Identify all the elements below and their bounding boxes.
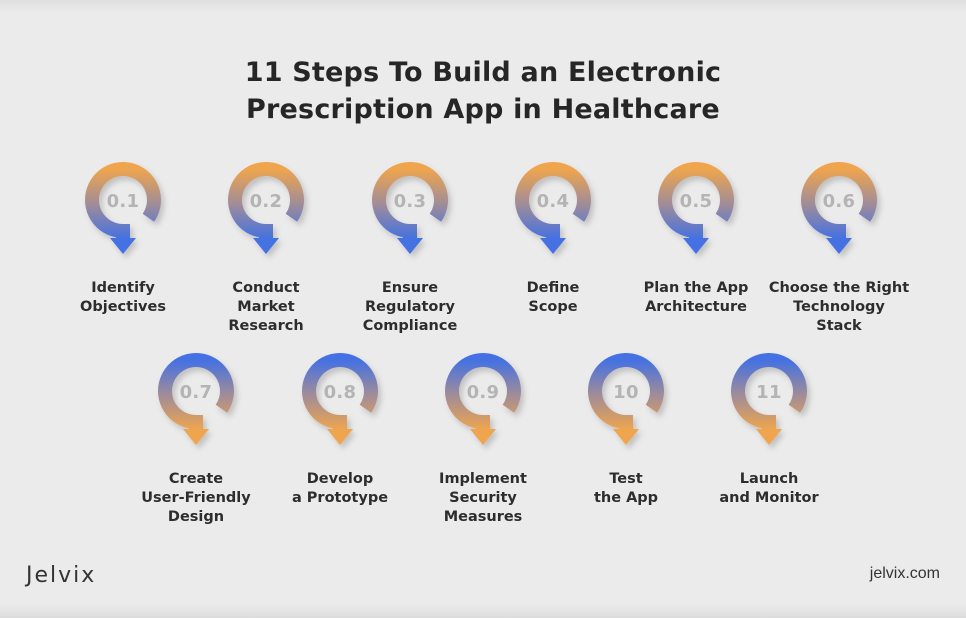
bottom-shade — [0, 604, 966, 618]
title-line-2: Prescription App in Healthcare — [246, 94, 720, 125]
circular-arrow-icon — [658, 162, 734, 254]
arrow-head — [683, 238, 709, 254]
arrow-head — [183, 429, 209, 445]
step-number: 10 — [613, 382, 639, 403]
arrow-head — [470, 429, 496, 445]
circular-arrow-icon — [801, 162, 877, 254]
arrow-head — [756, 429, 782, 445]
arrow-head — [540, 238, 566, 254]
circular-arrow-icon — [85, 162, 161, 254]
circular-arrow-icon — [228, 162, 304, 254]
circular-arrow-icon — [158, 353, 234, 445]
top-shade — [0, 0, 966, 12]
arrow-head — [327, 429, 353, 445]
circular-arrow-icon — [588, 353, 664, 445]
step-number: 0.1 — [106, 191, 140, 212]
arrow-head — [110, 238, 136, 254]
step-number: 0.2 — [249, 191, 283, 212]
page-title: 11 Steps To Build an Electronic Prescrip… — [0, 54, 966, 128]
step-number: 0.9 — [466, 382, 500, 403]
circular-arrow-icon — [372, 162, 448, 254]
step-number: 0.7 — [179, 382, 213, 403]
step-number: 0.5 — [679, 191, 713, 212]
circular-arrow-icon — [515, 162, 591, 254]
step-label: Choose the Right Technology Stack — [768, 280, 910, 334]
circular-arrow-icon — [445, 353, 521, 445]
arrow-head — [253, 238, 279, 254]
arrow-head — [397, 238, 423, 254]
step-label: Launch and Monitor — [719, 471, 819, 506]
step-number: 0.3 — [393, 191, 427, 212]
title-line-1: 11 Steps To Build an Electronic — [244, 57, 722, 88]
arrow-head — [826, 238, 852, 254]
arrow-head — [613, 429, 639, 445]
step-number: 0.4 — [536, 191, 570, 212]
circular-arrow-icon — [731, 353, 807, 445]
site-url: jelvix.com — [869, 565, 940, 582]
circular-arrow-icon — [302, 353, 378, 445]
step-number: 0.8 — [323, 382, 357, 403]
step-number: 11 — [756, 382, 782, 403]
jelvix-logo: Jelvix — [26, 563, 97, 588]
step-number: 0.6 — [822, 191, 856, 212]
